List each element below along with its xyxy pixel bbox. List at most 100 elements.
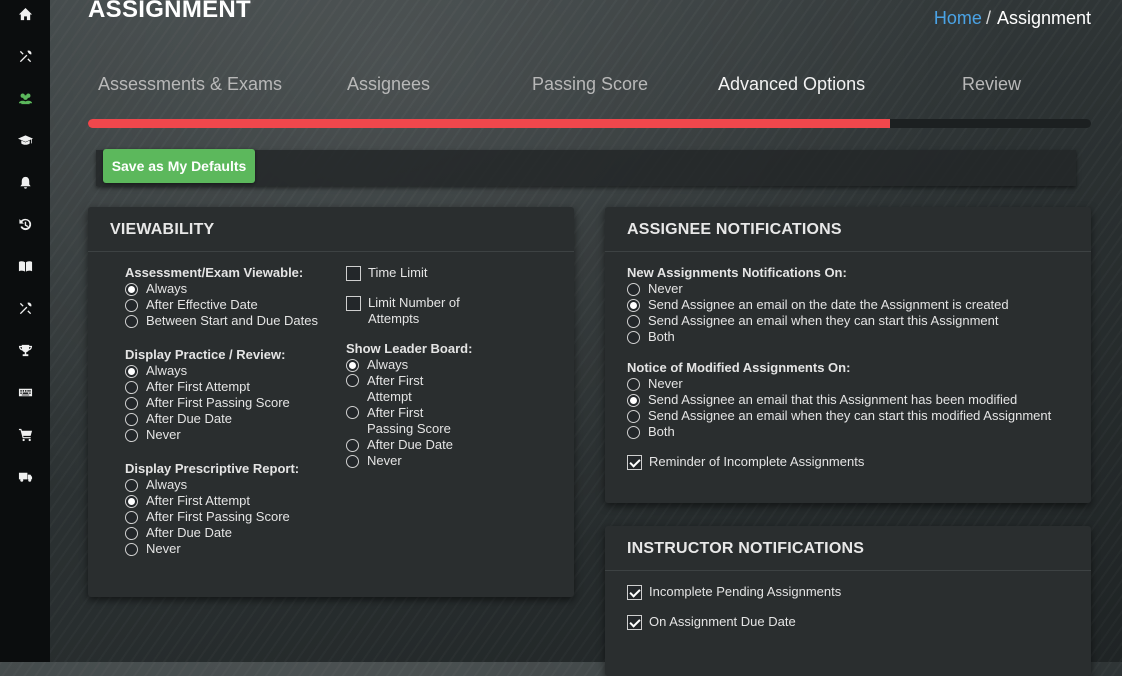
radio-button[interactable] xyxy=(125,364,138,378)
wizard-progress-fill xyxy=(88,119,891,128)
leader-board-option[interactable]: After Due Date xyxy=(346,437,476,453)
truck-icon[interactable] xyxy=(12,463,38,489)
radio-button[interactable] xyxy=(627,314,640,328)
practice-review-label: Display Practice / Review: xyxy=(125,347,286,362)
new-assignments-option[interactable]: Never xyxy=(627,281,1051,297)
modified-assignments-option[interactable]: Both xyxy=(627,424,1051,440)
modified-assignments-option[interactable]: Send Assignee an email when they can sta… xyxy=(627,408,1051,424)
new-assignments-option[interactable]: Send Assignee an email on the date the A… xyxy=(627,297,1051,313)
option-label: Send Assignee an email when they can sta… xyxy=(648,408,1052,423)
graduation-cap-icon[interactable] xyxy=(12,127,38,153)
radio-button[interactable] xyxy=(346,438,359,452)
time-limit-option[interactable]: Time Limit xyxy=(346,265,476,281)
radio-button[interactable] xyxy=(125,494,138,508)
checkbox[interactable] xyxy=(627,615,642,630)
radio-button[interactable] xyxy=(125,510,138,524)
option-label: Send Assignee an email when they can sta… xyxy=(648,313,999,328)
option-label: After First Attempt xyxy=(146,379,251,394)
radio-button[interactable] xyxy=(627,330,640,344)
checkbox[interactable] xyxy=(346,266,361,281)
leader-board-option[interactable]: Never xyxy=(346,453,476,469)
wizard-progress-bar xyxy=(88,119,1091,128)
option-label: On Assignment Due Date xyxy=(649,614,796,629)
incomplete-pending-option[interactable]: Incomplete Pending Assignments xyxy=(627,584,841,600)
checkbox[interactable] xyxy=(627,585,642,600)
radio-button[interactable] xyxy=(346,358,359,372)
trophy-icon[interactable] xyxy=(12,337,38,363)
keyboard-icon[interactable] xyxy=(12,379,38,405)
checkbox[interactable] xyxy=(346,296,361,311)
radio-button[interactable] xyxy=(346,454,359,468)
breadcrumb-home-link[interactable]: Home xyxy=(934,8,982,28)
new-assignments-option[interactable]: Both xyxy=(627,329,1051,345)
save-defaults-button[interactable]: Save as My Defaults xyxy=(103,149,255,183)
tools-icon[interactable] xyxy=(12,43,38,69)
radio-button[interactable] xyxy=(627,298,640,312)
cart-icon[interactable] xyxy=(12,421,38,447)
exam-viewable-option[interactable]: After Effective Date xyxy=(125,297,318,313)
leader-board-option[interactable]: Always xyxy=(346,357,476,373)
prescriptive-report-option[interactable]: After First Attempt xyxy=(125,493,318,509)
radio-button[interactable] xyxy=(125,526,138,540)
radio-button[interactable] xyxy=(125,542,138,556)
due-date-option[interactable]: On Assignment Due Date xyxy=(627,614,841,630)
practice-review-option[interactable]: After Due Date xyxy=(125,411,318,427)
prescriptive-report-option[interactable]: After Due Date xyxy=(125,525,318,541)
book-icon[interactable] xyxy=(12,253,38,279)
option-label: Send Assignee an email on the date the A… xyxy=(648,297,1009,312)
practice-review-option[interactable]: After First Passing Score xyxy=(125,395,318,411)
home-icon[interactable] xyxy=(12,1,38,27)
limit-attempts-option[interactable]: Limit Number of Attempts xyxy=(346,295,476,327)
radio-button[interactable] xyxy=(125,396,138,410)
radio-button[interactable] xyxy=(125,298,138,312)
assignee-notifications-title: ASSIGNEE NOTIFICATIONS xyxy=(627,221,842,238)
radio-button[interactable] xyxy=(627,409,640,423)
practice-review-option[interactable]: Never xyxy=(125,427,318,443)
radio-button[interactable] xyxy=(125,282,138,296)
tab-passing-score[interactable]: Passing Score xyxy=(532,74,648,95)
practice-review-option[interactable]: Always xyxy=(125,363,318,379)
radio-button[interactable] xyxy=(125,428,138,442)
viewability-panel: VIEWABILITY Assessment/Exam Viewable: Al… xyxy=(88,207,574,597)
option-label: Limit Number of Attempts xyxy=(368,295,460,326)
sidebar xyxy=(0,0,50,662)
radio-button[interactable] xyxy=(627,425,640,439)
practice-review-option[interactable]: After First Attempt xyxy=(125,379,318,395)
breadcrumb-current: Assignment xyxy=(996,8,1091,28)
tab-advanced-options[interactable]: Advanced Options xyxy=(718,74,865,95)
checkbox[interactable] xyxy=(627,455,642,470)
exam-viewable-option[interactable]: Always xyxy=(125,281,318,297)
modified-assignments-option[interactable]: Never xyxy=(627,376,1051,392)
exam-viewable-option[interactable]: Between Start and Due Dates xyxy=(125,313,318,329)
wrench-icon[interactable] xyxy=(12,295,38,321)
leader-board-option[interactable]: After First Attempt xyxy=(346,373,476,405)
instructor-notifications-header: INSTRUCTOR NOTIFICATIONS xyxy=(605,526,1091,571)
leader-board-option[interactable]: After First Passing Score xyxy=(346,405,476,437)
bell-icon[interactable] xyxy=(12,169,38,195)
radio-button[interactable] xyxy=(125,380,138,394)
radio-button[interactable] xyxy=(627,282,640,296)
assignee-notifications-header: ASSIGNEE NOTIFICATIONS xyxy=(605,207,1091,252)
prescriptive-report-option[interactable]: Never xyxy=(125,541,318,557)
history-icon[interactable] xyxy=(12,211,38,237)
prescriptive-report-option[interactable]: After First Passing Score xyxy=(125,509,318,525)
new-assignments-option[interactable]: Send Assignee an email when they can sta… xyxy=(627,313,1051,329)
modified-assignments-option[interactable]: Send Assignee an email that this Assignm… xyxy=(627,392,1051,408)
radio-button[interactable] xyxy=(627,377,640,391)
radio-button[interactable] xyxy=(125,412,138,426)
radio-button[interactable] xyxy=(346,374,359,387)
tab-assignees[interactable]: Assignees xyxy=(347,74,430,95)
reminder-incomplete-option[interactable]: Reminder of Incomplete Assignments xyxy=(627,454,1051,470)
radio-button[interactable] xyxy=(627,393,640,407)
radio-button[interactable] xyxy=(125,478,138,492)
option-label: After First Passing Score xyxy=(367,405,451,436)
radio-button[interactable] xyxy=(346,406,359,419)
prescriptive-report-option[interactable]: Always xyxy=(125,477,318,493)
option-label: Send Assignee an email that this Assignm… xyxy=(648,392,1018,407)
tab-assessments-exams[interactable]: Assessments & Exams xyxy=(98,74,282,95)
page-title: ASSIGNMENT xyxy=(88,0,252,23)
tab-review[interactable]: Review xyxy=(962,74,1021,95)
radio-button[interactable] xyxy=(125,314,138,328)
instructor-notifications-panel: INSTRUCTOR NOTIFICATIONS Incomplete Pend… xyxy=(605,526,1091,676)
users-icon[interactable] xyxy=(12,85,38,111)
